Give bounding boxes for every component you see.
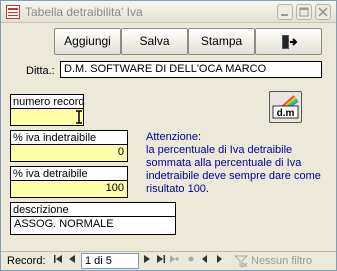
minimize-icon <box>281 14 288 16</box>
iva-indetraibile-label: % iva indetraibile <box>10 130 128 145</box>
print-button[interactable]: Stampa <box>188 28 255 55</box>
iva-detraibile-field[interactable]: 100 <box>10 180 128 198</box>
last-record-button[interactable] <box>155 254 167 268</box>
record-navigation-bar: Record: 1 di 5 Nessun filtro <box>1 251 336 270</box>
descrizione-field[interactable]: ASSOG. NORMALE <box>10 216 176 235</box>
iva-detraibile-label: % iva detraibile <box>10 166 128 181</box>
scroll-right-button[interactable] <box>213 254 225 268</box>
next-record-icon <box>144 255 150 263</box>
arrow-left-icon <box>202 255 207 263</box>
iva-indetraibile-field[interactable]: 0 <box>10 144 128 162</box>
dm-logo-icon: d.m <box>272 95 299 119</box>
warning-note: Attenzione: la percentuale di Iva detrai… <box>146 131 326 196</box>
unfiltered-icon-box <box>185 254 197 268</box>
save-button[interactable]: Salva <box>121 28 188 55</box>
previous-record-button[interactable] <box>66 254 78 268</box>
close-button[interactable] <box>315 4 331 20</box>
exit-button[interactable] <box>255 28 322 55</box>
filter-icon <box>234 255 248 268</box>
last-record-icon <box>157 255 165 263</box>
note-text: Attenzione: la percentuale di Iva detrai… <box>146 131 321 195</box>
door-exit-icon <box>281 35 297 49</box>
descrizione-label: descrizione <box>10 202 176 217</box>
window: Tabella detraibilita' Iva Aggiungi Salva… <box>0 0 337 271</box>
previous-record-icon <box>69 255 75 263</box>
first-record-button[interactable] <box>52 254 64 268</box>
text-cursor-icon <box>76 110 82 124</box>
maximize-icon <box>299 7 309 17</box>
numero-record-label: numero record <box>10 94 85 109</box>
new-record-button[interactable] <box>169 254 181 268</box>
add-button[interactable]: Aggiungi <box>54 28 121 55</box>
ditta-label: Ditta.: <box>26 65 55 77</box>
dm-logo-button[interactable]: d.m <box>269 91 302 123</box>
ditta-field[interactable]: D.M. SOFTWARE DI DELL'OCA MARCO <box>60 61 322 78</box>
scroll-left-button[interactable] <box>199 254 211 268</box>
close-icon <box>318 7 328 17</box>
numero-record-field[interactable] <box>10 108 84 126</box>
form-icon <box>6 5 20 19</box>
arrow-right-icon <box>217 255 222 263</box>
record-position-field[interactable]: 1 di 5 <box>81 253 139 269</box>
window-title: Tabella detraibilita' Iva <box>25 5 143 19</box>
first-record-icon <box>54 255 62 263</box>
record-label: Record: <box>7 255 46 267</box>
new-record-icon <box>170 255 179 263</box>
maximize-button[interactable] <box>296 4 312 20</box>
next-record-button[interactable] <box>141 254 153 268</box>
filter-status[interactable]: Nessun filtro <box>251 255 312 267</box>
dm-logo-text: d.m <box>277 108 295 119</box>
minimize-button[interactable] <box>277 4 293 20</box>
unfiltered-icon <box>188 256 194 262</box>
title-bar: Tabella detraibilita' Iva <box>1 1 336 23</box>
